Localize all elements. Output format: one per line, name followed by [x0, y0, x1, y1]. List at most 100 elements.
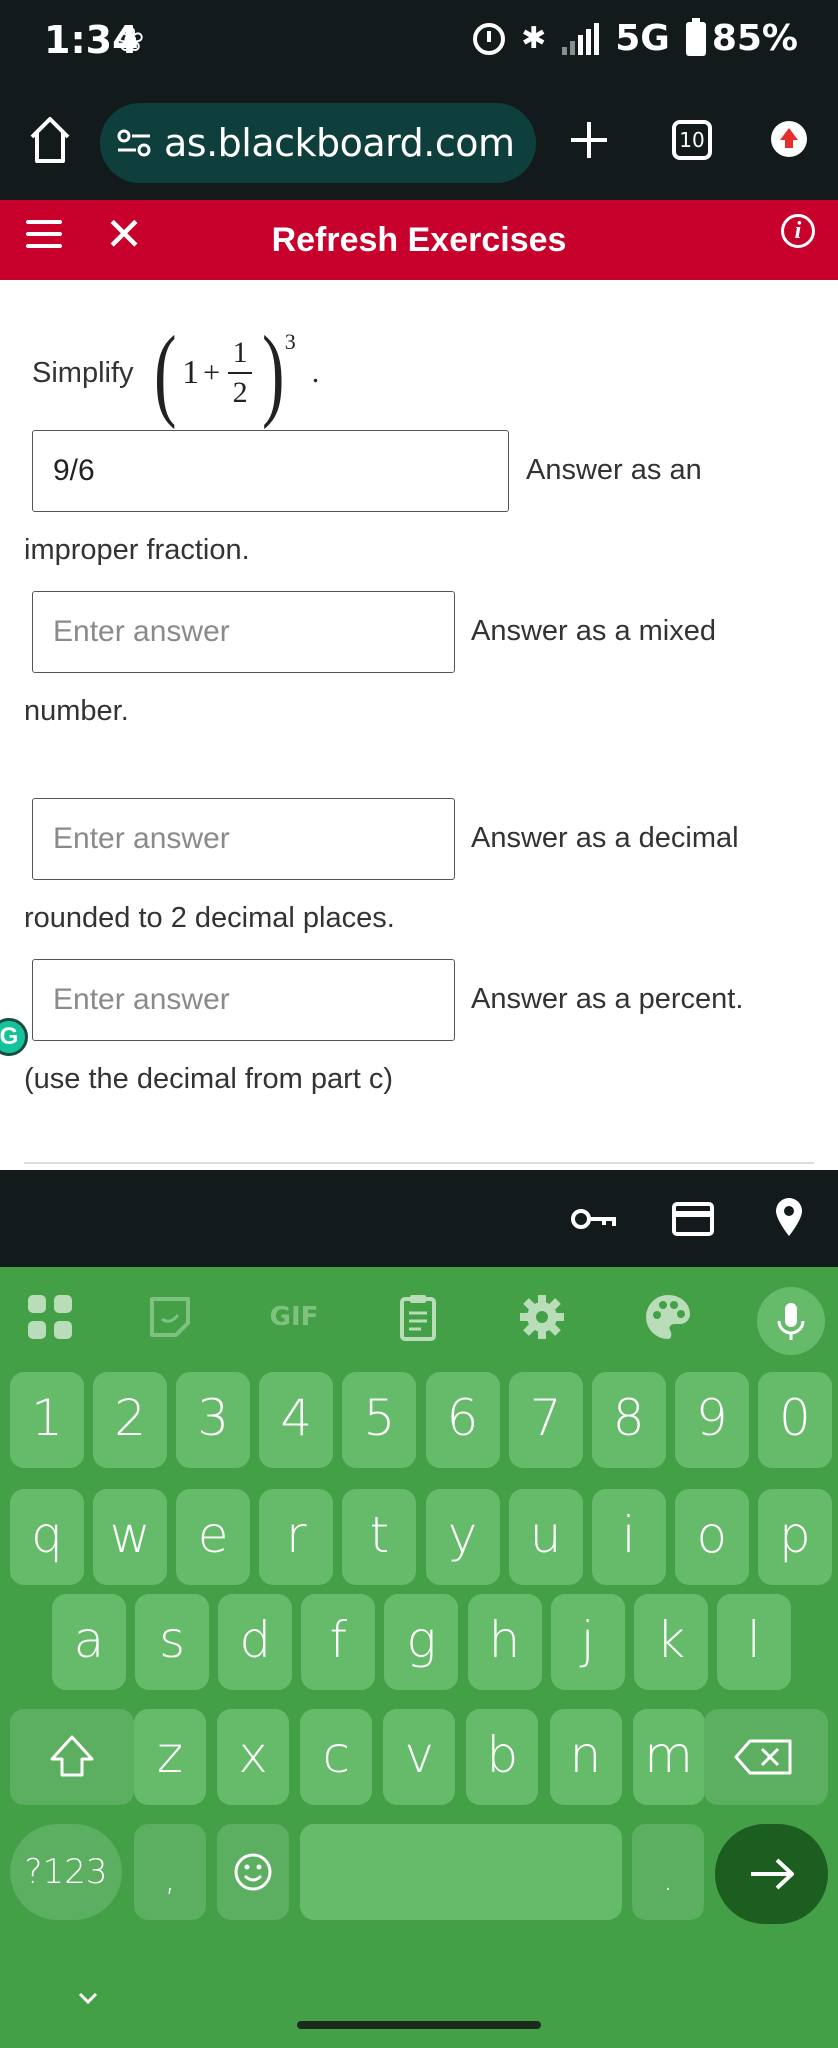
tab-switcher-button[interactable]: 10	[672, 120, 712, 160]
key-i[interactable]: i	[591, 1489, 666, 1585]
mic-button[interactable]	[757, 1287, 825, 1355]
content-divider	[24, 1162, 814, 1164]
key-6[interactable]: 6	[425, 1372, 500, 1468]
key-h[interactable]: h	[467, 1594, 542, 1690]
key-u[interactable]: u	[508, 1489, 583, 1585]
info-icon[interactable]: i	[781, 214, 815, 248]
key-s[interactable]: s	[135, 1594, 210, 1690]
hint-improper-fraction: Answer as an	[526, 454, 702, 486]
apps-icon[interactable]	[22, 1289, 78, 1345]
math-one: 1	[182, 354, 200, 391]
question-prefix: Simplify	[32, 356, 134, 389]
math-close-paren: )	[262, 315, 285, 430]
key-c[interactable]: c	[300, 1709, 373, 1805]
key-p[interactable]: p	[757, 1489, 832, 1585]
autofill-bar	[0, 1170, 838, 1267]
key-3[interactable]: 3	[176, 1372, 251, 1468]
network-type: 5G	[615, 18, 670, 59]
comma-key[interactable]: ,	[134, 1824, 206, 1920]
key-r[interactable]: r	[259, 1489, 334, 1585]
payment-card-icon[interactable]	[672, 1202, 714, 1236]
key-7[interactable]: 7	[508, 1372, 583, 1468]
key-o[interactable]: o	[674, 1489, 749, 1585]
space-key[interactable]	[300, 1824, 622, 1920]
math-denominator: 2	[232, 376, 248, 409]
key-2[interactable]: 2	[93, 1372, 168, 1468]
site-settings-icon[interactable]	[116, 129, 152, 157]
key-9[interactable]: 9	[674, 1372, 749, 1468]
hint-percent: Answer as a percent.	[471, 983, 744, 1015]
key-z[interactable]: z	[134, 1709, 206, 1805]
chevron-down-icon[interactable]	[72, 1982, 104, 2014]
keyboard-toolbar: GIF	[0, 1267, 838, 1367]
math-numerator: 1	[232, 336, 248, 369]
key-j[interactable]: j	[550, 1594, 625, 1690]
key-l[interactable]: l	[716, 1594, 791, 1690]
key-n[interactable]: n	[549, 1709, 622, 1805]
hint-percent-cont: (use the decimal from part c)	[24, 1063, 394, 1095]
close-icon[interactable]: ✕	[104, 211, 144, 257]
key-w[interactable]: w	[93, 1489, 168, 1585]
key-m[interactable]: m	[632, 1709, 705, 1805]
answer-input-percent[interactable]	[32, 959, 455, 1041]
arrow-right-icon	[751, 1858, 794, 1890]
signal-icon	[562, 22, 600, 55]
app-header: ✕ Refresh Exercises i	[0, 200, 838, 280]
key-b[interactable]: b	[466, 1709, 539, 1805]
answer-input-decimal[interactable]	[32, 798, 455, 880]
shift-key[interactable]	[10, 1709, 134, 1805]
battery-level: 85%	[711, 18, 798, 59]
key-8[interactable]: 8	[591, 1372, 666, 1468]
key-y[interactable]: y	[425, 1489, 500, 1585]
home-icon[interactable]	[28, 115, 72, 165]
palette-icon[interactable]	[640, 1289, 696, 1345]
emoji-key[interactable]	[217, 1824, 289, 1920]
key-e[interactable]: e	[176, 1489, 251, 1585]
answer-input-improper-fraction[interactable]	[32, 430, 509, 512]
symbols-key[interactable]: ?123	[10, 1824, 122, 1920]
keyboard: GIF 1234567 8 9 0 q w e r t y u i o p a …	[0, 1267, 838, 2048]
menu-icon[interactable]	[26, 220, 62, 256]
new-tab-icon[interactable]	[567, 118, 611, 162]
key-4[interactable]: 4	[259, 1372, 334, 1468]
key-k[interactable]: k	[633, 1594, 708, 1690]
period-key[interactable]: .	[632, 1824, 704, 1920]
settings-icon[interactable]	[514, 1289, 570, 1345]
browser-toolbar: as.blackboard.com 10	[0, 85, 838, 200]
key-g[interactable]: g	[384, 1594, 459, 1690]
backspace-key[interactable]	[704, 1709, 828, 1805]
grammarly-icon[interactable]: G	[0, 1018, 28, 1056]
mic-icon	[777, 1303, 805, 1340]
enter-key[interactable]	[715, 1824, 828, 1924]
key-a[interactable]: a	[52, 1594, 126, 1690]
gif-button[interactable]: GIF	[266, 1289, 322, 1345]
answer-input-mixed-number[interactable]	[32, 591, 455, 673]
math-open-paren: (	[153, 315, 177, 430]
fan-notification-icon: ❀	[116, 21, 145, 59]
status-bar: 1:34 ❀ ✱ 5G 85%	[0, 0, 838, 85]
password-key-icon[interactable]	[570, 1204, 618, 1234]
key-f[interactable]: f	[301, 1594, 376, 1690]
location-pin-icon[interactable]	[774, 1196, 804, 1238]
key-d[interactable]: d	[218, 1594, 293, 1690]
url-bar[interactable]: as.blackboard.com	[100, 103, 536, 183]
math-fraction: 1 2	[228, 336, 253, 410]
key-0[interactable]: 0	[757, 1372, 832, 1468]
upload-icon[interactable]	[771, 121, 807, 157]
math-plus: +	[203, 356, 221, 389]
alarm-icon	[473, 22, 506, 55]
key-5[interactable]: 5	[342, 1372, 417, 1468]
question-prompt: Simplify ( 1 + 1 2 ) 3 .	[32, 318, 319, 428]
key-1[interactable]: 1	[10, 1372, 84, 1468]
key-t[interactable]: t	[342, 1489, 417, 1585]
sticker-icon[interactable]	[142, 1289, 198, 1345]
math-expression: ( 1 + 1 2 ) 3 .	[148, 321, 320, 425]
hint-decimal: Answer as a decimal	[471, 822, 739, 854]
math-exponent: 3	[284, 329, 296, 354]
key-x[interactable]: x	[217, 1709, 290, 1805]
exercise-content: Simplify ( 1 + 1 2 ) 3 . Answer as an im…	[0, 280, 838, 1170]
key-v[interactable]: v	[383, 1709, 456, 1805]
key-q[interactable]: q	[10, 1489, 84, 1585]
clipboard-icon[interactable]	[390, 1289, 446, 1345]
status-icons: ✱ 5G 85%	[473, 17, 798, 59]
